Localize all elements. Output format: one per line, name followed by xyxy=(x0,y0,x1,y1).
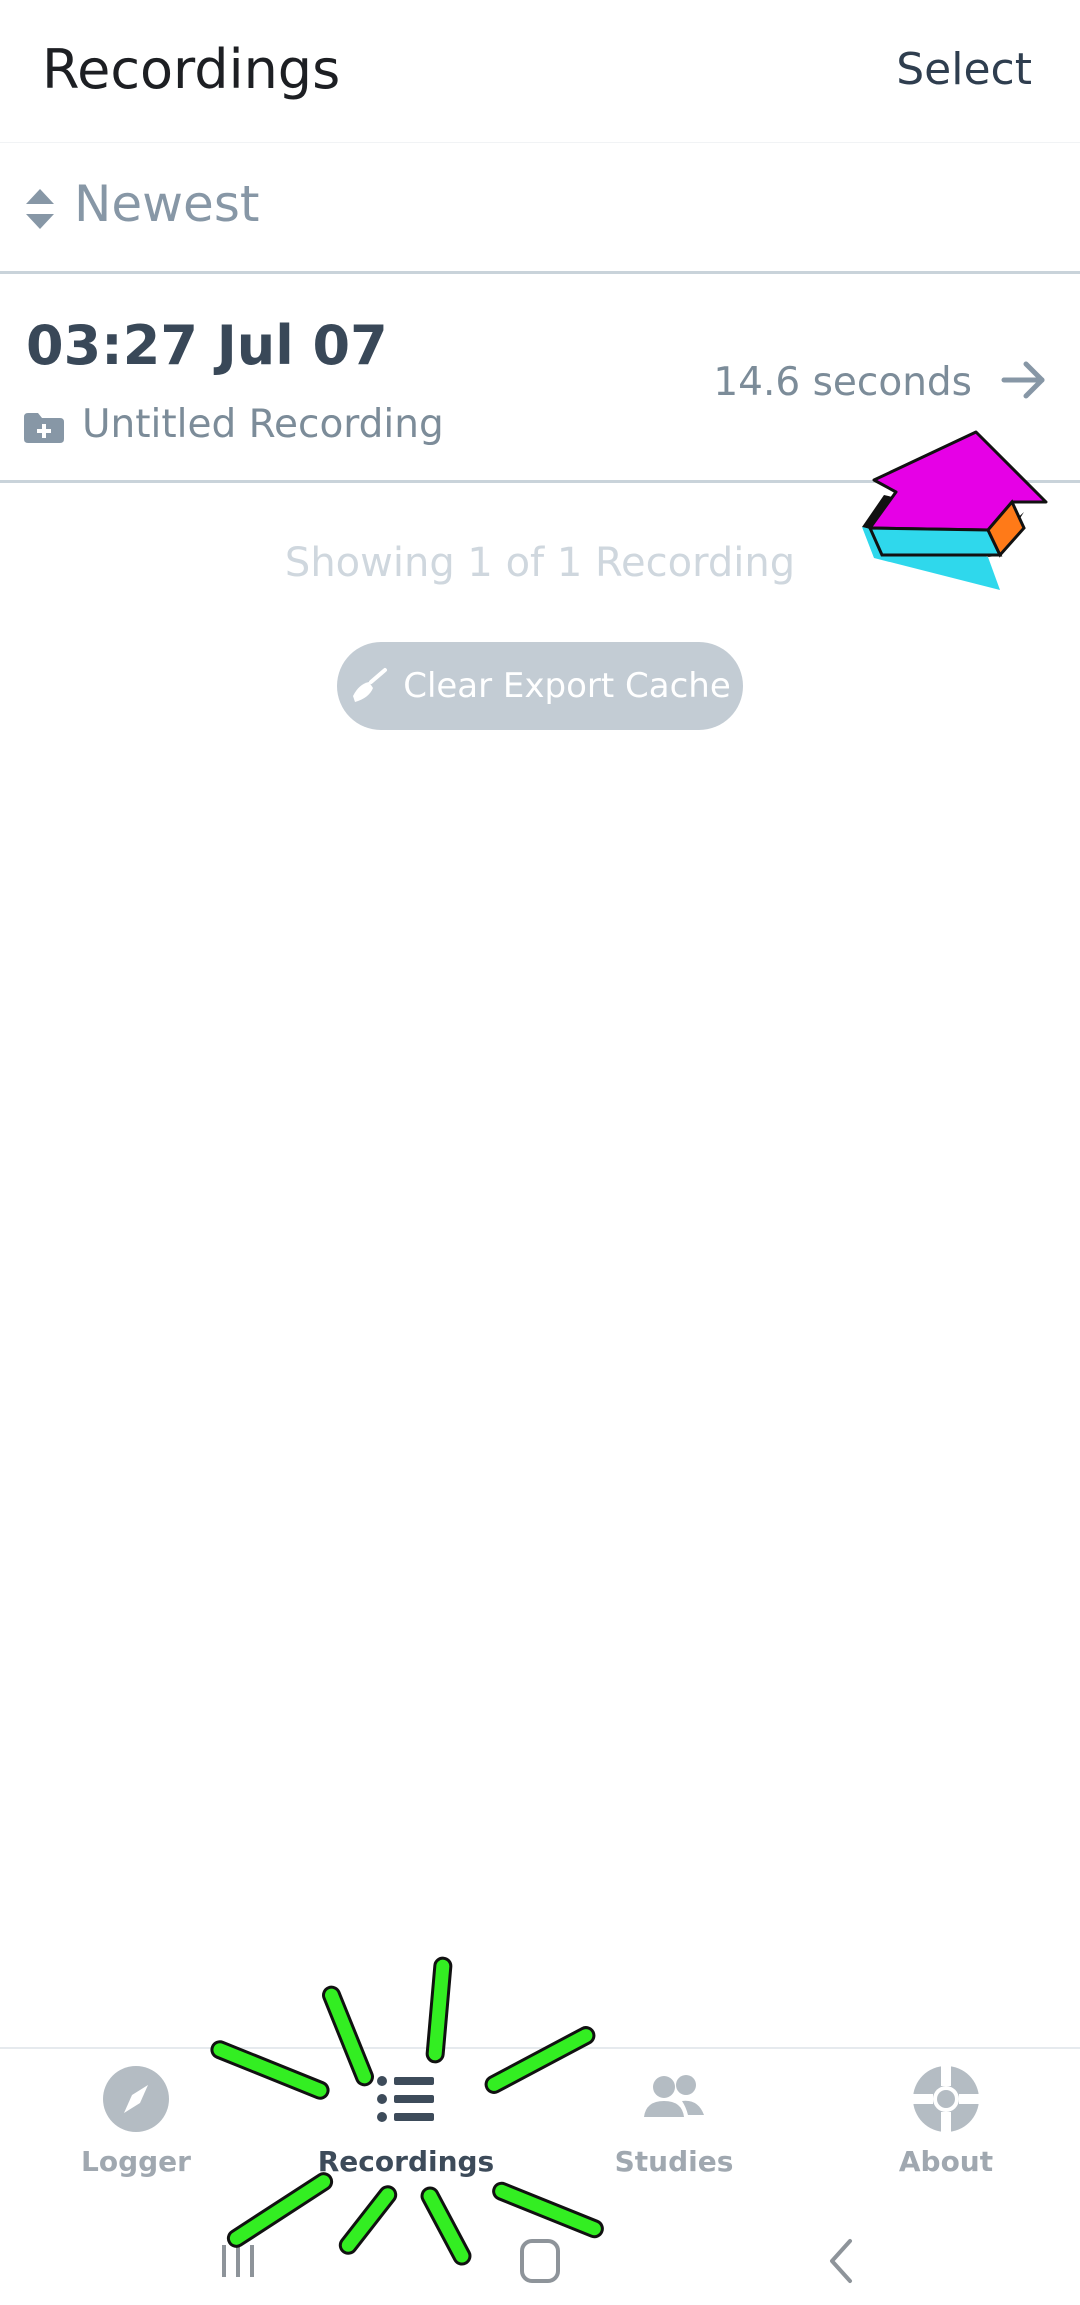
home-icon[interactable] xyxy=(510,2233,570,2289)
recording-row[interactable]: 03:27 Jul 07 Untitled Recording 14.6 sec… xyxy=(0,274,1080,483)
page-title: Recordings xyxy=(42,38,341,101)
select-button[interactable]: Select xyxy=(896,44,1032,95)
arrow-right-icon[interactable] xyxy=(1000,356,1048,404)
recent-apps-icon[interactable] xyxy=(208,2233,268,2289)
tab-studies[interactable]: Studies xyxy=(574,2063,774,2203)
sort-updown-icon xyxy=(26,189,54,229)
recordings-count: Showing 1 of 1 Recording xyxy=(284,540,796,586)
folder-plus-icon xyxy=(24,413,64,443)
tab-recordings[interactable]: Recordings xyxy=(306,2063,506,2203)
clear-export-cache-button[interactable]: Clear Export Cache xyxy=(337,642,743,730)
recording-time: 03:27 Jul 07 xyxy=(26,314,388,377)
bottom-tab-bar: Logger Recordings Studies About xyxy=(0,2047,1080,2219)
tab-about-label: About xyxy=(898,2145,994,2178)
app-header: Recordings Select xyxy=(0,0,1080,143)
lifebuoy-icon xyxy=(913,2066,979,2132)
compass-icon xyxy=(103,2066,169,2132)
people-icon xyxy=(644,2075,704,2117)
broom-icon xyxy=(353,668,388,702)
sort-label: Newest xyxy=(74,175,260,233)
system-nav-bar xyxy=(0,2217,1080,2305)
tab-logger-label: Logger xyxy=(81,2145,191,2178)
list-icon xyxy=(377,2076,434,2122)
tab-studies-label: Studies xyxy=(614,2145,734,2178)
tab-about[interactable]: About xyxy=(846,2063,1046,2203)
clear-export-cache-label: Clear Export Cache xyxy=(403,666,731,706)
back-icon[interactable] xyxy=(812,2233,872,2289)
recording-name: Untitled Recording xyxy=(82,402,444,447)
tab-recordings-label: Recordings xyxy=(317,2145,495,2178)
recording-duration: 14.6 seconds xyxy=(713,360,972,405)
sort-control[interactable]: Newest xyxy=(0,143,1080,274)
tab-logger[interactable]: Logger xyxy=(36,2063,236,2203)
